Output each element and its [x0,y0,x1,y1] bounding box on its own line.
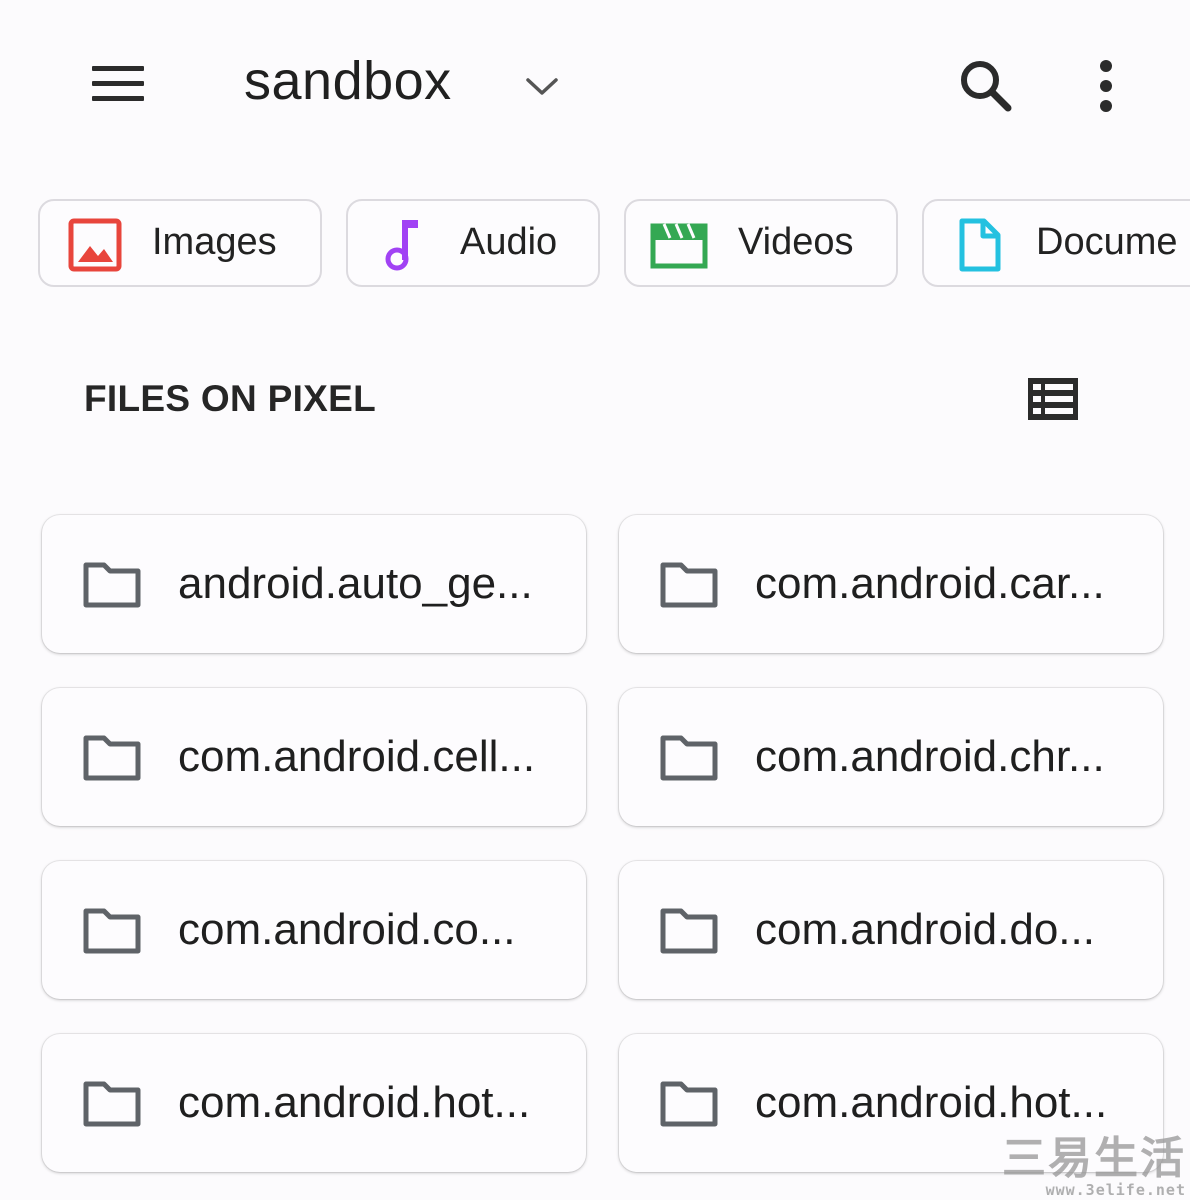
folder-name: android.auto_ge... [178,559,533,608]
folder-icon [83,735,141,781]
page-title[interactable]: sandbox [244,50,452,112]
top-app-bar: sandbox [0,0,1190,170]
chip-label: Docume [1036,221,1178,263]
folder-card[interactable]: android.auto_ge... [42,515,586,653]
chip-audio[interactable]: Audio [346,199,600,287]
chevron-down-icon[interactable] [522,66,562,106]
folder-card[interactable]: com.android.do... [619,861,1163,999]
document-icon [959,218,1001,272]
folder-icon [660,735,718,781]
search-icon[interactable] [956,56,1016,116]
folder-icon [660,1081,718,1127]
chip-label: Videos [738,221,854,263]
folder-card[interactable]: com.android.hot... [42,1034,586,1172]
folder-icon [660,562,718,608]
folder-icon [660,908,718,954]
watermark-url: www.3elife.net [1045,1181,1186,1199]
folder-name: com.android.co... [178,905,516,954]
image-icon [68,218,122,272]
chip-videos[interactable]: Videos [624,199,898,287]
folder-name: com.android.car... [755,559,1105,608]
music-note-icon [385,220,418,271]
chip-documents[interactable]: Docume [922,199,1190,287]
chip-label: Audio [460,221,558,263]
chip-images[interactable]: Images [38,199,322,287]
folder-name: com.android.hot... [755,1078,1108,1127]
folder-card[interactable]: com.android.chr... [619,688,1163,826]
folder-icon [83,908,141,954]
folder-card[interactable]: com.android.hot... [619,1034,1163,1172]
folder-name: com.android.hot... [178,1078,531,1127]
folder-name: com.android.do... [755,905,1095,954]
folder-card[interactable]: com.android.car... [619,515,1163,653]
movie-icon [650,223,708,269]
section-title: FILES ON PIXEL [84,378,377,419]
folder-card[interactable]: com.android.cell... [42,688,586,826]
folder-card[interactable]: com.android.co... [42,861,586,999]
chip-label: Images [152,221,277,263]
menu-icon[interactable] [90,64,146,106]
list-view-icon[interactable] [1026,376,1080,422]
folder-name: com.android.cell... [178,732,536,781]
more-vert-icon[interactable] [1090,58,1122,114]
folder-icon [83,1081,141,1127]
folder-name: com.android.chr... [755,732,1105,781]
folder-icon [83,562,141,608]
